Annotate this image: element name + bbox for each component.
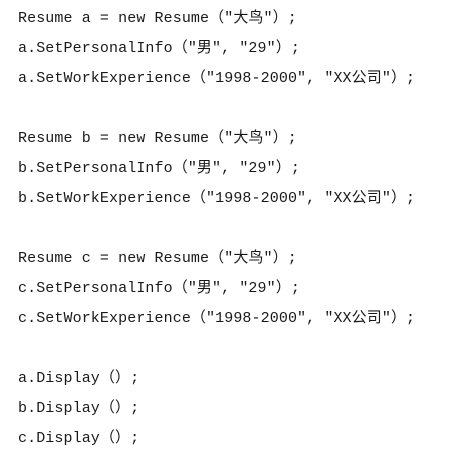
code-line-c-work-experience: c.SetWorkExperience（"1998-2000", "XX公司"）… — [18, 310, 416, 327]
code-line-b-work-experience: b.SetWorkExperience（"1998-2000", "XX公司"）… — [18, 190, 416, 207]
code-line-resume-c: Resume c = new Resume（"大鸟"）; — [18, 250, 297, 267]
code-line-a-display: a.Display（）; — [18, 370, 140, 387]
code-line-b-display: b.Display（）; — [18, 400, 140, 417]
code-line-b-personal-info: b.SetPersonalInfo（"男", "29"）; — [18, 160, 300, 177]
code-line-c-display: c.Display（）; — [18, 430, 140, 447]
code-line-a-personal-info: a.SetPersonalInfo（"男", "29"）; — [18, 40, 300, 57]
code-line-resume-b: Resume b = new Resume（"大鸟"）; — [18, 130, 297, 147]
code-line-a-work-experience: a.SetWorkExperience（"1998-2000", "XX公司"）… — [18, 70, 416, 87]
code-line-c-personal-info: c.SetPersonalInfo（"男", "29"）; — [18, 280, 300, 297]
code-listing: Resume a = new Resume（"大鸟"）; a.SetPerson… — [18, 7, 415, 457]
code-line-resume-a: Resume a = new Resume（"大鸟"）; — [18, 10, 297, 27]
